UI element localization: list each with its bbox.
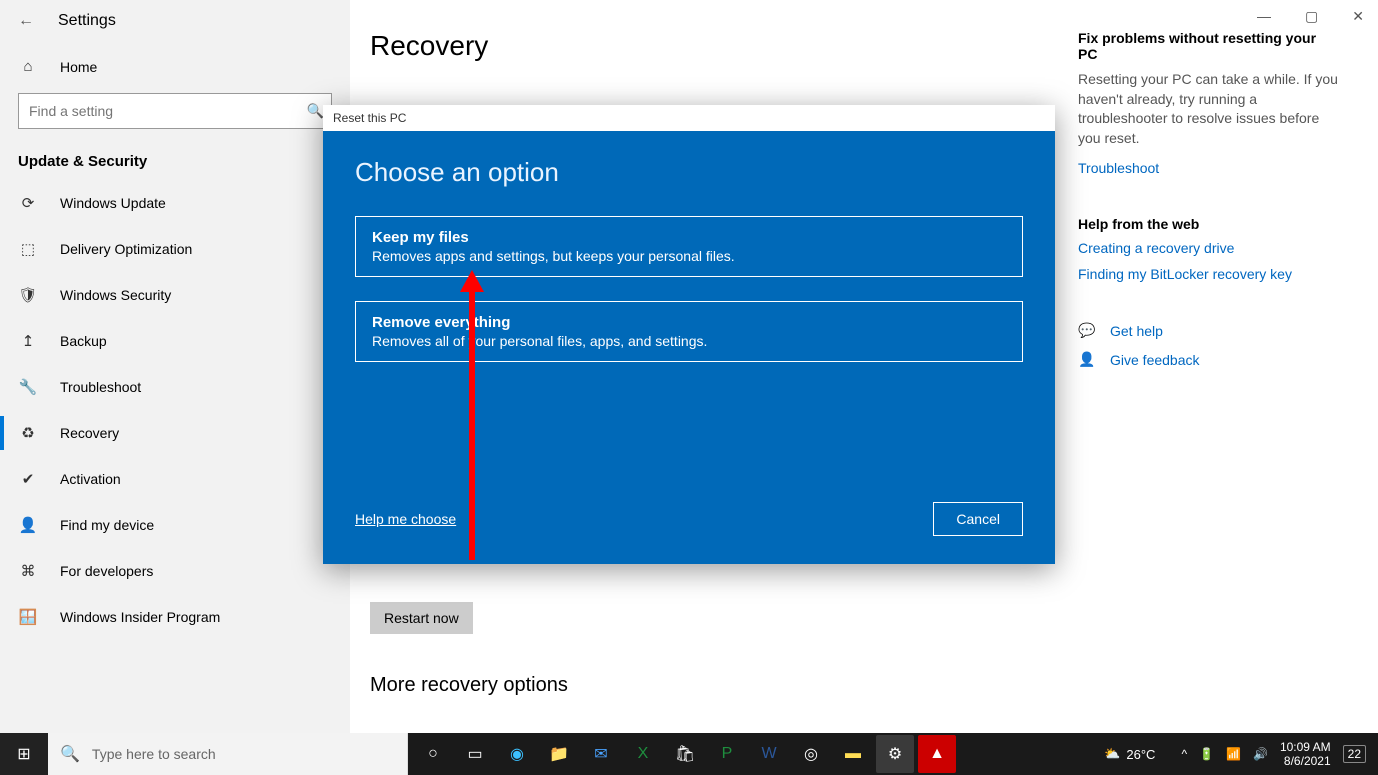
tray-volume-icon[interactable]: 🔊 — [1253, 747, 1268, 761]
option-desc: Removes apps and settings, but keeps you… — [372, 248, 1006, 264]
taskbar: ⊞ 🔍 Type here to search ○ ▭ ◉ 📁 ✉ X 🛍 P … — [0, 733, 1378, 775]
option-remove-everything[interactable]: Remove everything Removes all of your pe… — [355, 301, 1023, 362]
feedback-icon: 👤 — [1078, 351, 1096, 368]
sidebar-item-windows-update[interactable]: ⟳ Windows Update — [0, 180, 350, 226]
sidebar-item-home[interactable]: ⌂ Home — [0, 44, 350, 89]
start-button[interactable]: ⊞ — [0, 733, 48, 775]
sync-icon: ⟳ — [18, 194, 38, 212]
insider-icon: 🪟 — [18, 608, 38, 626]
sidebar-item-label: Find my device — [60, 517, 154, 533]
sidebar-item-label: Troubleshoot — [60, 379, 141, 395]
wrench-icon: 🔧 — [18, 378, 38, 396]
web-link-bitlocker[interactable]: Finding my BitLocker recovery key — [1078, 266, 1338, 282]
tray-battery-icon[interactable]: 🔋 — [1199, 747, 1214, 761]
notifications-button[interactable]: 22 — [1343, 745, 1366, 763]
project-icon[interactable]: P — [708, 735, 746, 773]
shield-icon: 🛡 — [18, 286, 38, 304]
restart-now-button[interactable]: Restart now — [370, 602, 473, 634]
sidebar-item-find-my-device[interactable]: 👤 Find my device — [0, 502, 350, 548]
sidebar-item-insider[interactable]: 🪟 Windows Insider Program — [0, 594, 350, 640]
sidebar-item-label: Delivery Optimization — [60, 241, 192, 257]
sidebar-item-delivery-optimization[interactable]: ⬚ Delivery Optimization — [0, 226, 350, 272]
dev-icon: ⌘ — [18, 562, 38, 580]
give-feedback-link[interactable]: Give feedback — [1110, 352, 1200, 368]
sidebar-item-label: Windows Update — [60, 195, 166, 211]
sidebar-item-troubleshoot[interactable]: 🔧 Troubleshoot — [0, 364, 350, 410]
chrome-icon[interactable]: ◎ — [792, 735, 830, 773]
right-info-pane: Fix problems without resetting your PC R… — [1048, 30, 1338, 723]
delivery-icon: ⬚ — [18, 240, 38, 258]
sidebar-item-label: Backup — [60, 333, 107, 349]
sidebar-item-label: Windows Security — [60, 287, 171, 303]
settings-sidebar: ← Settings ⌂ Home 🔍 Update & Security ⟳ … — [0, 0, 350, 733]
dialog-heading: Choose an option — [355, 157, 1023, 188]
reset-pc-dialog: Reset this PC Choose an option Keep my f… — [323, 105, 1055, 564]
help-me-choose-link[interactable]: Help me choose — [355, 511, 456, 527]
cortana-icon[interactable]: ○ — [414, 735, 452, 773]
sidebar-item-windows-security[interactable]: 🛡 Windows Security — [0, 272, 350, 318]
tray-wifi-icon[interactable]: 📶 — [1226, 747, 1241, 761]
back-button[interactable]: ← — [18, 12, 34, 30]
sidebar-item-label: For developers — [60, 563, 153, 579]
taskbar-clock[interactable]: 10:09 AM 8/6/2021 — [1280, 740, 1331, 769]
sidebar-item-label: Windows Insider Program — [60, 609, 220, 625]
check-icon: ✔ — [18, 470, 38, 488]
sidebar-item-label: Activation — [60, 471, 121, 487]
sidebar-item-label: Recovery — [60, 425, 119, 441]
word-icon[interactable]: W — [750, 735, 788, 773]
weather-widget[interactable]: ⛅ 26°C — [1096, 746, 1163, 762]
mail-icon[interactable]: ✉ — [582, 735, 620, 773]
settings-taskbar-icon[interactable]: ⚙ — [876, 735, 914, 773]
store-icon[interactable]: 🛍 — [666, 735, 704, 773]
sidebar-item-for-developers[interactable]: ⌘ For developers — [0, 548, 350, 594]
settings-search-input[interactable] — [18, 93, 332, 129]
search-icon: 🔍 — [60, 744, 80, 764]
web-heading: Help from the web — [1078, 216, 1338, 232]
taskbar-search-placeholder: Type here to search — [92, 746, 216, 762]
dialog-titlebar: Reset this PC — [323, 105, 1055, 131]
pdf-icon[interactable]: ▲ — [918, 735, 956, 773]
home-icon: ⌂ — [18, 58, 38, 75]
explorer-icon[interactable]: 📁 — [540, 735, 578, 773]
sidebar-item-recovery[interactable]: ♻ Recovery — [0, 410, 350, 456]
weather-temp: 26°C — [1126, 747, 1155, 762]
fix-text: Resetting your PC can take a while. If y… — [1078, 70, 1338, 148]
edge-icon[interactable]: ◉ — [498, 735, 536, 773]
taskbar-date: 8/6/2021 — [1280, 754, 1331, 768]
backup-icon: ↥ — [18, 332, 38, 350]
sidebar-category: Update & Security — [0, 139, 350, 180]
task-view-icon[interactable]: ▭ — [456, 735, 494, 773]
person-icon: 👤 — [18, 516, 38, 534]
search-icon: 🔍 — [307, 103, 324, 120]
sidebar-item-backup[interactable]: ↥ Backup — [0, 318, 350, 364]
app-icon[interactable]: ▬ — [834, 735, 872, 773]
window-title: Settings — [58, 12, 116, 30]
excel-icon[interactable]: X — [624, 735, 662, 773]
weather-icon: ⛅ — [1104, 746, 1120, 762]
option-title: Remove everything — [372, 314, 1006, 331]
troubleshoot-link[interactable]: Troubleshoot — [1078, 160, 1338, 176]
taskbar-time: 10:09 AM — [1280, 740, 1331, 754]
option-desc: Removes all of your personal files, apps… — [372, 333, 1006, 349]
get-help-link[interactable]: Get help — [1110, 323, 1163, 339]
page-title: Recovery — [370, 30, 1048, 62]
sidebar-item-label: Home — [60, 59, 97, 75]
option-title: Keep my files — [372, 229, 1006, 246]
web-link-recovery-drive[interactable]: Creating a recovery drive — [1078, 240, 1338, 256]
sidebar-item-activation[interactable]: ✔ Activation — [0, 456, 350, 502]
tray-chevron-icon[interactable]: ^ — [1181, 747, 1187, 761]
fix-heading: Fix problems without resetting your PC — [1078, 30, 1338, 62]
more-recovery-heading: More recovery options — [370, 674, 1048, 697]
cancel-button[interactable]: Cancel — [933, 502, 1023, 536]
help-icon: 💬 — [1078, 322, 1096, 339]
taskbar-search[interactable]: 🔍 Type here to search — [48, 733, 408, 775]
option-keep-my-files[interactable]: Keep my files Removes apps and settings,… — [355, 216, 1023, 277]
recovery-icon: ♻ — [18, 424, 38, 442]
